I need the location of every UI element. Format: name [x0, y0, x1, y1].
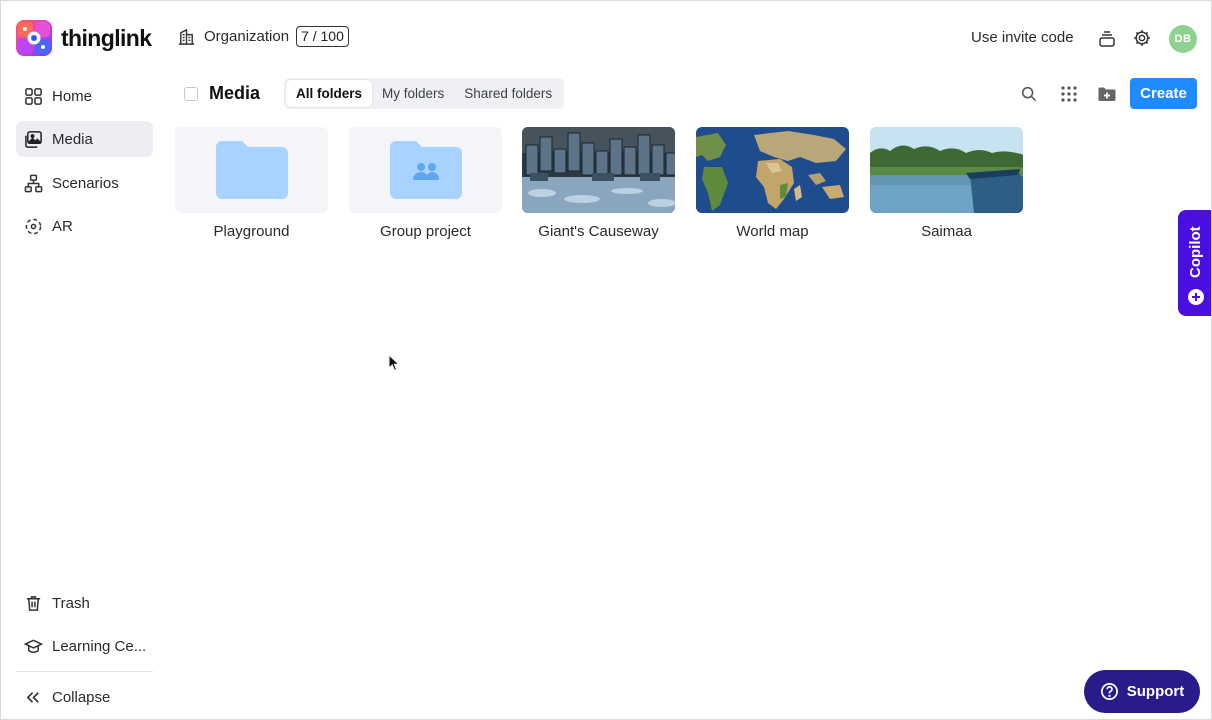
organization-seat-count: 7 / 100: [296, 26, 349, 47]
grid-view-icon[interactable]: [1060, 85, 1078, 103]
support-button[interactable]: Support: [1084, 670, 1200, 713]
sidebar-item-media[interactable]: Media: [16, 121, 153, 157]
folder-filter-tabs: All folders My folders Shared folders: [284, 78, 565, 109]
search-icon[interactable]: [1020, 85, 1038, 103]
gear-icon[interactable]: [1132, 28, 1152, 48]
sidebar-item-label: Collapse: [52, 688, 111, 706]
tab-all-folders[interactable]: All folders: [286, 80, 373, 107]
organization-switcher[interactable]: Organization 7 / 100: [177, 26, 349, 47]
sidebar-item-label: Scenarios: [52, 174, 119, 192]
thinglink-logo-icon: [16, 20, 52, 56]
learning-center-icon: [24, 638, 43, 653]
media-icon: [25, 130, 42, 148]
card-label: World map: [736, 223, 809, 240]
copilot-plus-icon: [1188, 289, 1204, 305]
copilot-tab[interactable]: Copilot: [1178, 210, 1211, 316]
saimaa-image: [870, 127, 1023, 213]
user-avatar[interactable]: DB: [1169, 25, 1197, 53]
tab-my-folders[interactable]: My folders: [372, 80, 454, 107]
media-card-group-project[interactable]: Group project: [349, 127, 502, 240]
select-all-checkbox[interactable]: [184, 87, 198, 101]
sidebar-item-label: Media: [52, 130, 93, 148]
media-card-saimaa[interactable]: Saimaa: [870, 127, 1023, 240]
giants-causeway-image: [522, 127, 675, 213]
sidebar-item-ar[interactable]: AR: [16, 208, 153, 244]
card-thumbnail: [522, 127, 675, 213]
collapse-icon: [26, 691, 39, 703]
sidebar-item-label: Home: [52, 87, 93, 105]
ar-icon: [25, 218, 42, 234]
sidebar-item-label: Trash: [52, 594, 90, 612]
sidebar-item-learning-center[interactable]: Learning Ce...: [16, 628, 153, 664]
card-thumbnail: [175, 127, 328, 213]
new-folder-icon[interactable]: [1097, 84, 1117, 104]
stack-icon[interactable]: [1097, 29, 1117, 49]
trash-icon: [26, 595, 41, 611]
grid-home-icon: [25, 87, 42, 105]
card-thumbnail: [696, 127, 849, 213]
copilot-label: Copilot: [1187, 226, 1204, 278]
tab-shared-folders[interactable]: Shared folders: [454, 80, 562, 107]
media-card-world-map[interactable]: World map: [696, 127, 849, 240]
page-title: Media: [209, 83, 261, 103]
building-icon: [178, 28, 195, 45]
create-button[interactable]: Create: [1130, 78, 1197, 109]
thinglink-logo[interactable]: thinglink: [16, 20, 152, 56]
card-label: Giant's Causeway: [538, 223, 659, 240]
world-map-image: [696, 127, 849, 213]
mouse-cursor-icon: [388, 354, 400, 372]
sidebar-divider: [16, 671, 153, 672]
card-label: Saimaa: [921, 223, 972, 240]
organization-label: Organization: [204, 28, 290, 45]
use-invite-code-link[interactable]: Use invite code: [971, 29, 1074, 46]
sidebar-item-home[interactable]: Home: [16, 78, 153, 114]
sidebar-item-label: AR: [52, 217, 73, 235]
app-window: thinglink Organization 7 / 100 Use invit…: [0, 0, 1212, 720]
card-label: Playground: [213, 223, 290, 240]
support-label: Support: [1126, 683, 1185, 700]
card-thumbnail: [349, 127, 502, 213]
sidebar-item-trash[interactable]: Trash: [16, 585, 153, 621]
folder-icon: [215, 141, 288, 199]
media-card-giants-causeway[interactable]: Giant's Causeway: [522, 127, 675, 240]
card-thumbnail: [870, 127, 1023, 213]
brand-name: thinglink: [61, 24, 152, 51]
scenarios-icon: [24, 174, 43, 192]
sidebar-item-scenarios[interactable]: Scenarios: [16, 165, 153, 201]
sidebar-item-label: Learning Ce...: [52, 637, 147, 655]
help-icon: [1100, 683, 1118, 700]
card-label: Group project: [380, 223, 471, 240]
media-card-playground[interactable]: Playground: [175, 127, 328, 240]
sidebar-collapse-button[interactable]: Collapse: [16, 679, 153, 715]
shared-folder-icon: [389, 141, 462, 199]
